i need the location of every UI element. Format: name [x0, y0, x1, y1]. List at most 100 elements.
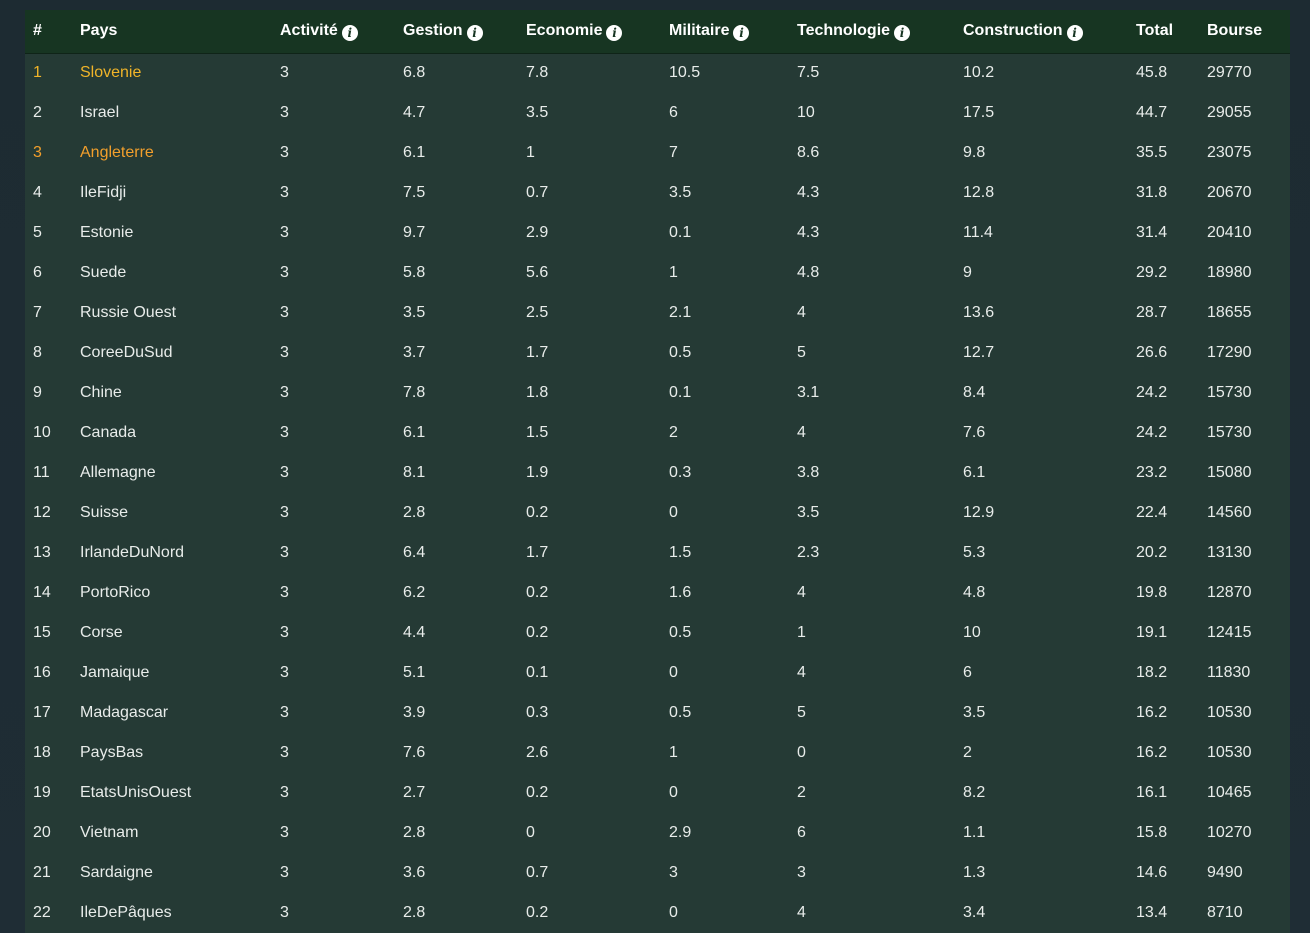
cell-construction: 12.7: [963, 344, 995, 361]
cell-construction: 6: [963, 664, 972, 681]
cell-construction: 3.5: [963, 704, 986, 721]
country-link[interactable]: IleFidji: [80, 184, 126, 201]
country-link[interactable]: PaysBas: [80, 744, 143, 761]
cell-stock: 11830: [1207, 664, 1251, 681]
table-row: 17 Madagascar 3 3.9 0.3 0.5 5 3.5 16.2 10530: [25, 693, 1290, 733]
cell-management: 3.9: [403, 704, 426, 721]
country-link[interactable]: Corse: [80, 624, 123, 641]
cell-rank: 17: [33, 704, 51, 721]
cell-total: 16.1: [1136, 784, 1168, 801]
cell-management: 6.1: [403, 424, 426, 441]
cell-rank: 13: [33, 544, 51, 561]
header-management-label: Gestion: [403, 21, 463, 39]
header-total[interactable]: Total: [1136, 10, 1207, 54]
table-row: 4 IleFidji 3 7.5 0.7 3.5 4.3 12.8 31.8 20670: [25, 173, 1290, 213]
header-technology[interactable]: Technologie i: [797, 10, 963, 54]
table-row: 6 Suede 3 5.8 5.6 1 4.8 9 29.2 18980: [25, 253, 1290, 293]
country-link[interactable]: Jamaique: [80, 664, 149, 681]
cell-rank: 10: [33, 424, 51, 441]
cell-stock: 15730: [1207, 384, 1252, 401]
header-stock-label: Bourse: [1207, 22, 1263, 40]
cell-stock: 12415: [1207, 624, 1252, 641]
header-rank[interactable]: #: [25, 10, 80, 54]
info-icon[interactable]: i: [1066, 24, 1083, 41]
country-link[interactable]: PortoRico: [80, 584, 150, 601]
country-link[interactable]: Canada: [80, 424, 136, 441]
cell-construction: 9.8: [963, 144, 986, 161]
country-link[interactable]: Slovenie: [80, 64, 141, 81]
cell-economy: 1.8: [526, 384, 549, 401]
cell-total: 31.8: [1136, 184, 1168, 201]
country-link[interactable]: Suisse: [80, 504, 128, 521]
cell-stock: 29055: [1207, 104, 1252, 121]
header-stock[interactable]: Bourse: [1207, 10, 1290, 54]
country-link[interactable]: Sardaigne: [80, 864, 153, 881]
cell-management: 6.8: [403, 64, 426, 82]
country-link[interactable]: Angleterre: [80, 144, 154, 161]
cell-stock: 15080: [1207, 464, 1252, 481]
country-link[interactable]: Chine: [80, 384, 122, 401]
header-country[interactable]: Pays: [80, 10, 280, 54]
table-row: 9 Chine 3 7.8 1.8 0.1 3.1 8.4 24.2 15730: [25, 373, 1290, 413]
header-activity-label: Activité: [280, 21, 338, 39]
cell-economy: 2.5: [526, 304, 549, 321]
cell-rank: 22: [33, 904, 51, 921]
info-icon[interactable]: i: [606, 24, 623, 41]
cell-total: 28.7: [1136, 304, 1168, 321]
table-row: 5 Estonie 3 9.7 2.9 0.1 4.3 11.4 31.4 20410: [25, 213, 1290, 253]
country-link[interactable]: Israel: [80, 104, 119, 121]
country-link[interactable]: Suede: [80, 264, 126, 281]
cell-construction: 5.3: [963, 544, 986, 561]
country-link[interactable]: Vietnam: [80, 824, 138, 841]
cell-rank: 11: [33, 464, 50, 481]
cell-activity: 3: [280, 904, 289, 921]
cell-country: Jamaique: [80, 653, 280, 693]
cell-total: 26.6: [1136, 344, 1168, 361]
cell-activity: 3: [280, 824, 289, 841]
cell-military: 2: [669, 424, 678, 441]
cell-technology: 10: [797, 104, 815, 121]
header-management[interactable]: Gestion i: [403, 10, 526, 54]
cell-military: 0.5: [669, 624, 692, 641]
country-link[interactable]: Madagascar: [80, 704, 168, 721]
country-link[interactable]: EtatsUnisOuest: [80, 784, 191, 801]
cell-total: 35.5: [1136, 144, 1168, 161]
cell-activity: 3: [280, 344, 289, 361]
cell-stock: 20670: [1207, 184, 1252, 201]
info-icon[interactable]: i: [341, 24, 358, 41]
country-link[interactable]: CoreeDuSud: [80, 344, 173, 361]
cell-total: 45.8: [1136, 64, 1168, 82]
cell-economy: 0.2: [526, 584, 549, 601]
header-construction[interactable]: Construction i: [963, 10, 1136, 54]
header-military[interactable]: Militaire i: [669, 10, 797, 54]
cell-construction: 1.3: [963, 864, 986, 881]
cell-total: 22.4: [1136, 504, 1168, 521]
info-icon[interactable]: i: [733, 24, 750, 41]
cell-military: 7: [669, 144, 678, 161]
header-economy[interactable]: Economie i: [526, 10, 669, 54]
cell-activity: 3: [280, 144, 289, 161]
cell-technology: 3.1: [797, 384, 820, 401]
cell-technology: 2.3: [797, 544, 820, 561]
cell-technology: 4.3: [797, 184, 820, 201]
country-link[interactable]: IleDePâques: [80, 904, 172, 921]
cell-activity: 3: [280, 744, 289, 761]
cell-military: 0: [669, 664, 678, 681]
cell-management: 5.1: [403, 664, 426, 681]
country-link[interactable]: Estonie: [80, 224, 133, 241]
cell-management: 3.7: [403, 344, 426, 361]
cell-construction: 10.2: [963, 64, 995, 82]
info-icon[interactable]: i: [894, 24, 911, 41]
cell-military: 0.5: [669, 344, 692, 361]
cell-management: 2.7: [403, 784, 426, 801]
header-activity[interactable]: Activité i: [280, 10, 403, 54]
cell-military: 1.6: [669, 584, 692, 601]
country-link[interactable]: IrlandeDuNord: [80, 544, 184, 561]
country-link[interactable]: Russie Ouest: [80, 304, 176, 321]
cell-military: 0.5: [669, 704, 692, 721]
cell-management: 4.7: [403, 104, 426, 121]
cell-construction: 3.4: [963, 904, 986, 921]
cell-technology: 4: [797, 664, 806, 681]
country-link[interactable]: Allemagne: [80, 464, 156, 481]
info-icon[interactable]: i: [466, 24, 483, 41]
